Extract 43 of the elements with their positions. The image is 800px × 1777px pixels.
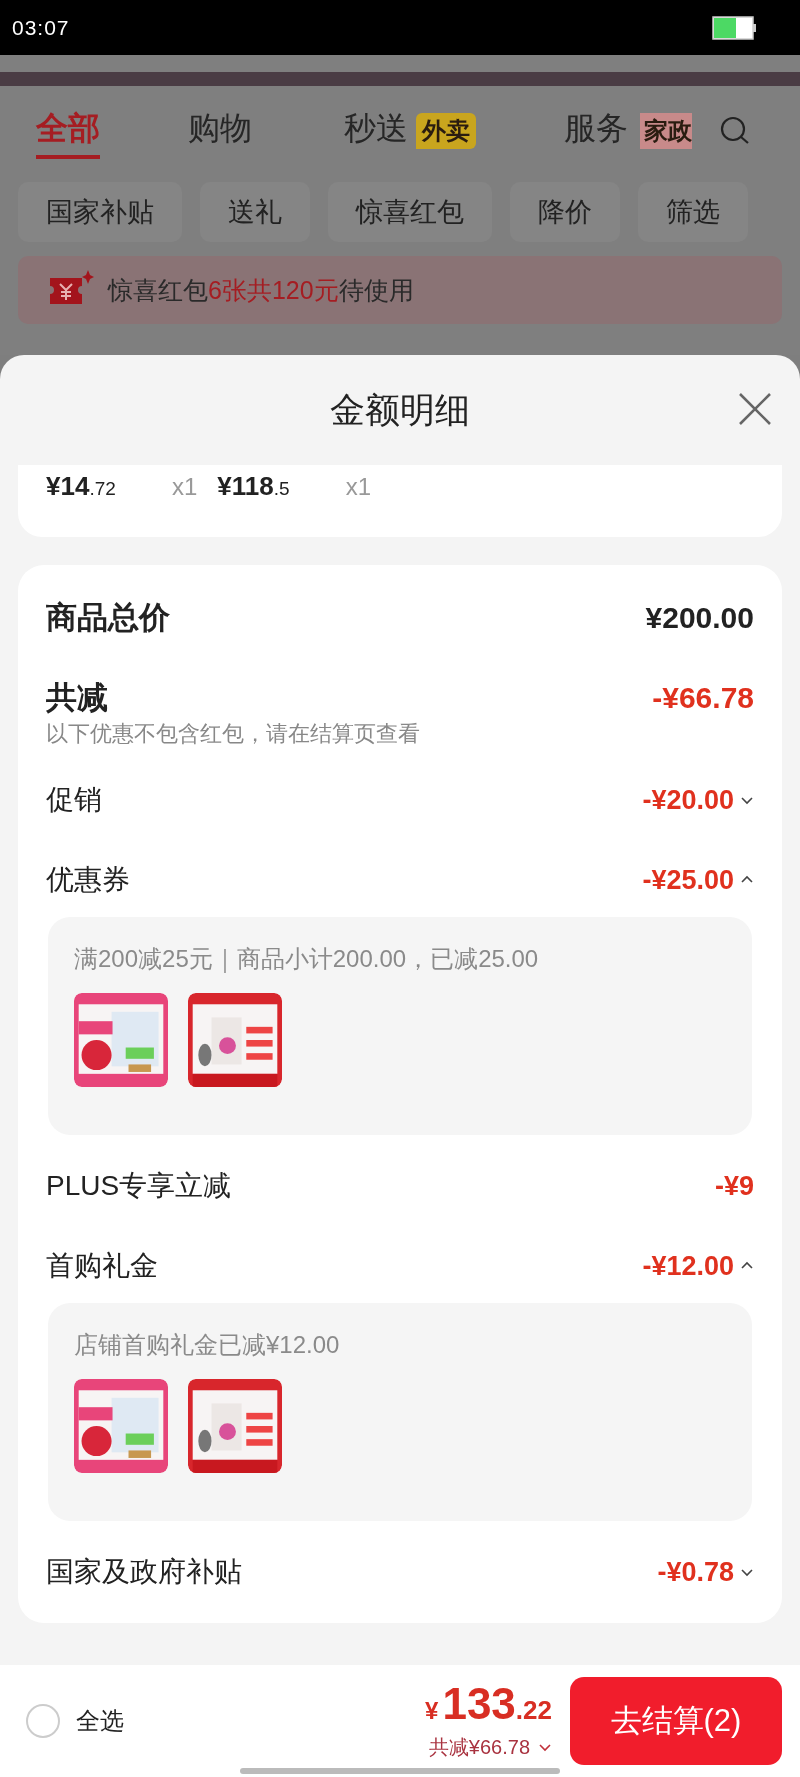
row-label: 共减 [46,679,108,717]
item-quantity: x1 [345,473,371,501]
filter-chip[interactable]: 筛选 [638,182,748,242]
discount-detail-text: 满200减25元｜商品小计200.00，已减25.00 [74,944,540,975]
item-price: ¥14.72 [46,471,116,502]
row-amount: -¥66.78 [652,681,754,715]
coupon-banner[interactable]: 惊喜红包6张共120元待使用 [18,256,782,324]
discount-detail-text: 店铺首购礼金已减¥12.00 [74,1330,341,1360]
row-label: 促销 [46,783,102,817]
close-icon[interactable] [738,392,772,426]
banner-text: 惊喜红包6张共120元待使用 [108,274,414,306]
status-time: 03:07 [12,15,70,40]
category-tab[interactable]: 购物 [188,103,252,159]
row-amount: -¥12.00 [642,1250,734,1282]
tab-badge: 家政 [640,113,692,149]
tab-badge: 外卖 [416,113,476,149]
filter-chip[interactable]: 降价 [510,182,620,242]
row-amount: -¥25.00 [642,864,734,896]
item-price: ¥118.5 [217,471,290,502]
total-price: ¥133.22 [425,1681,552,1726]
filter-chip[interactable]: 送礼 [200,182,310,242]
battery-icon [712,15,756,40]
row-amount: ¥200.00 [645,601,754,635]
total-reduction: 共减¥66.78 [428,1734,530,1760]
category-tab[interactable]: 秒送 [344,103,408,159]
search-icon[interactable] [720,116,750,146]
discount-note: 以下优惠不包含红包，请在结算页查看 [46,720,421,748]
category-tab[interactable]: 服务 [564,103,628,159]
row-amount: -¥0.78 [657,1556,734,1588]
item-quantity: x1 [172,473,198,501]
row-label: 优惠券 [46,863,130,897]
row-label: 商品总价 [46,599,170,637]
select-all-label: 全选 [76,1706,124,1736]
sheet-title: 金额明细 [330,388,470,431]
row-label: 首购礼金 [46,1249,158,1283]
select-all-radio[interactable] [26,1704,60,1738]
row-amount: -¥9 [714,1170,754,1202]
filter-chip[interactable]: 国家补贴 [18,182,182,242]
row-amount: -¥20.00 [642,784,734,816]
filter-chip[interactable]: 惊喜红包 [328,182,492,242]
checkout-button[interactable]: 去结算(2) [570,1677,782,1765]
row-label: 国家及政府补贴 [46,1555,242,1589]
row-label: PLUS专享立减 [46,1169,232,1203]
